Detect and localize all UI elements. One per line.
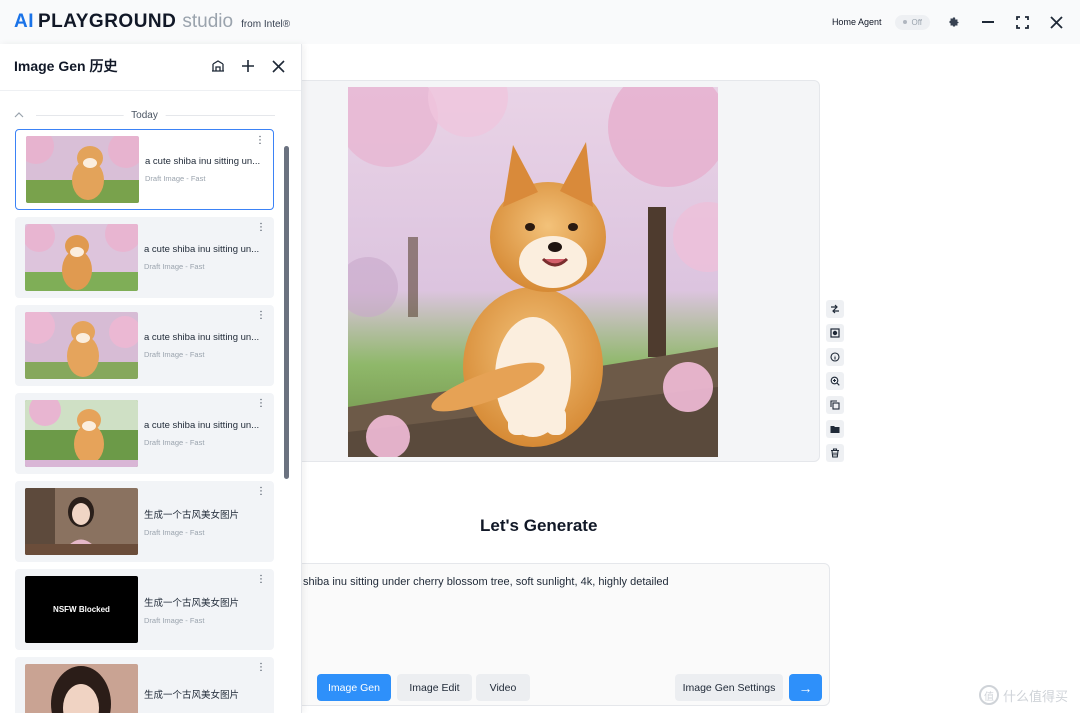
gear-icon[interactable] <box>944 12 964 32</box>
history-item[interactable]: a cute shiba inu sitting un... Draft Ima… <box>15 217 274 298</box>
item-subtitle: Draft Image - Fast <box>144 262 205 271</box>
group-header[interactable]: Today <box>14 101 275 129</box>
toggle-dot <box>903 20 908 24</box>
item-subtitle: Draft Image - Fast <box>144 615 205 625</box>
watermark: 值 什么值得买 <box>978 685 1068 705</box>
thumbnail-image <box>25 312 138 379</box>
zoom-in-icon[interactable] <box>826 372 844 390</box>
copy-icon[interactable] <box>826 396 844 414</box>
compare-icon[interactable] <box>826 300 844 318</box>
item-subtitle: Draft Image - Fast <box>144 527 205 537</box>
item-subtitle: Draft Image - Fast <box>145 174 206 183</box>
mode-video-button[interactable]: Video <box>476 674 530 701</box>
mode-image-edit-button[interactable]: Image Edit <box>397 674 472 701</box>
nsfw-label: NSFW Blocked <box>53 605 110 614</box>
generated-image[interactable] <box>348 87 718 457</box>
thumbnail-image <box>25 400 138 467</box>
history-header: Image Gen 历史 <box>0 44 301 88</box>
item-title: 生成一个古风美女图片 <box>144 509 240 521</box>
scrollbar[interactable] <box>284 146 289 479</box>
brand-studio: studio <box>182 11 234 32</box>
trash-icon[interactable] <box>826 444 844 462</box>
item-title: a cute shiba inu sitting un... <box>144 420 260 431</box>
group-label: Today <box>123 109 166 121</box>
watermark-logo-icon: 值 <box>978 685 999 705</box>
title-bar: AI PLAYGROUND studio from Intel® Home Ag… <box>0 0 1080 44</box>
watermark-text: 什么值得买 <box>1002 688 1068 704</box>
prompt-input[interactable]: shiba inu sitting under cherry blossom t… <box>303 576 669 588</box>
history-list: Today a cute shiba inu sitting un... Dra… <box>0 90 301 713</box>
item-title: 生成一个古风美女图片 <box>144 690 240 701</box>
brand-playground: PLAYGROUND <box>38 11 177 32</box>
history-item[interactable]: a cute shiba inu sitting un... Draft Ima… <box>15 305 274 386</box>
image-gen-settings-button[interactable]: Image Gen Settings <box>675 674 783 701</box>
thumbnail-image: NSFW Blocked <box>25 576 138 643</box>
prompt-area[interactable]: shiba inu sitting under cherry blossom t… <box>240 563 830 706</box>
home-agent-toggle[interactable]: Off <box>895 14 930 30</box>
more-menu-icon[interactable]: ⋮ <box>256 487 266 497</box>
thumbnail-image <box>25 224 138 291</box>
image-tools <box>826 300 844 462</box>
more-menu-icon[interactable]: ⋮ <box>256 399 266 409</box>
page-heading: Let's Generate <box>480 516 598 535</box>
chevron-up-icon[interactable] <box>14 109 28 121</box>
history-item[interactable]: 生成一个古风美女图片 Draft Image - Fast ⋮ <box>15 481 274 562</box>
folder-icon[interactable] <box>826 420 844 438</box>
minimize-icon[interactable] <box>978 12 998 32</box>
thumbnail-image <box>25 664 138 713</box>
app-logo: AI PLAYGROUND studio from Intel® <box>14 11 290 33</box>
thumbnail-image <box>26 136 139 203</box>
close-icon[interactable] <box>1046 12 1066 32</box>
more-menu-icon[interactable]: ⋮ <box>256 223 266 233</box>
item-title: a cute shiba inu sitting un... <box>144 244 260 255</box>
fullscreen-icon[interactable] <box>1012 12 1032 32</box>
generate-button[interactable]: → <box>789 674 822 701</box>
history-item[interactable]: NSFW Blocked 生成一个古风美女图片 Draft Image - Fa… <box>15 569 274 650</box>
item-title: a cute shiba inu sitting un... <box>145 156 261 167</box>
history-title: Image Gen 历史 <box>14 58 118 74</box>
close-panel-icon[interactable] <box>269 57 287 75</box>
home-agent-label: Home Agent <box>831 17 882 27</box>
brand-from: from Intel® <box>241 19 291 30</box>
capture-icon[interactable] <box>826 324 844 342</box>
thumbnail-image <box>25 488 138 555</box>
more-menu-icon[interactable]: ⋮ <box>255 136 265 146</box>
mode-image-gen-button[interactable]: Image Gen <box>317 674 391 701</box>
brand-ai: AI <box>14 11 34 32</box>
add-icon[interactable] <box>239 57 257 75</box>
history-panel: Image Gen 历史 Today a cute shiba inu sitt… <box>0 44 302 713</box>
item-subtitle: Draft Image - Fast <box>144 438 205 447</box>
history-item[interactable]: 生成一个古风美女图片 ⋮ <box>15 657 274 713</box>
history-item[interactable]: a cute shiba inu sitting un... Draft Ima… <box>15 393 274 474</box>
item-subtitle: Draft Image - Fast <box>144 350 205 359</box>
more-menu-icon[interactable]: ⋮ <box>256 575 266 585</box>
history-item[interactable]: a cute shiba inu sitting un... Draft Ima… <box>15 129 274 210</box>
item-title: 生成一个古风美女图片 <box>144 597 240 609</box>
more-menu-icon[interactable]: ⋮ <box>256 663 266 673</box>
more-menu-icon[interactable]: ⋮ <box>256 311 266 321</box>
toggle-state: Off <box>911 17 922 27</box>
gallery-icon[interactable] <box>209 57 227 75</box>
info-icon[interactable] <box>826 348 844 366</box>
item-title: a cute shiba inu sitting un... <box>144 332 260 343</box>
